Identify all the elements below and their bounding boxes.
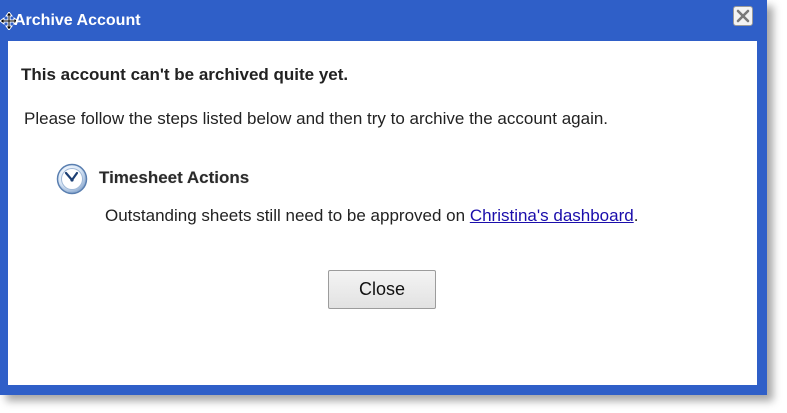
dialog-instructions: Please follow the steps listed below and…: [24, 109, 609, 128]
screen: Archive Account This account can't be ar…: [0, 0, 787, 413]
dialog-body: This account can't be archived quite yet…: [8, 41, 757, 385]
section-message-suffix: .: [633, 206, 639, 225]
clock-icon: [56, 163, 88, 195]
dialog-close-button[interactable]: [733, 6, 753, 26]
archive-account-dialog: Archive Account This account can't be ar…: [0, 0, 767, 395]
section-message: Outstanding sheets still need to be appr…: [105, 204, 665, 228]
section-message-text: Outstanding sheets still need to be appr…: [105, 206, 470, 225]
dialog-headline: This account can't be archived quite yet…: [21, 65, 349, 84]
close-button[interactable]: Close: [328, 270, 436, 309]
dialog-titlebar[interactable]: Archive Account: [0, 0, 767, 41]
section-title: Timesheet Actions: [99, 168, 250, 187]
dashboard-link[interactable]: Christina's dashboard: [470, 206, 634, 225]
dialog-title: Archive Account: [14, 12, 141, 29]
close-icon: [736, 9, 750, 23]
